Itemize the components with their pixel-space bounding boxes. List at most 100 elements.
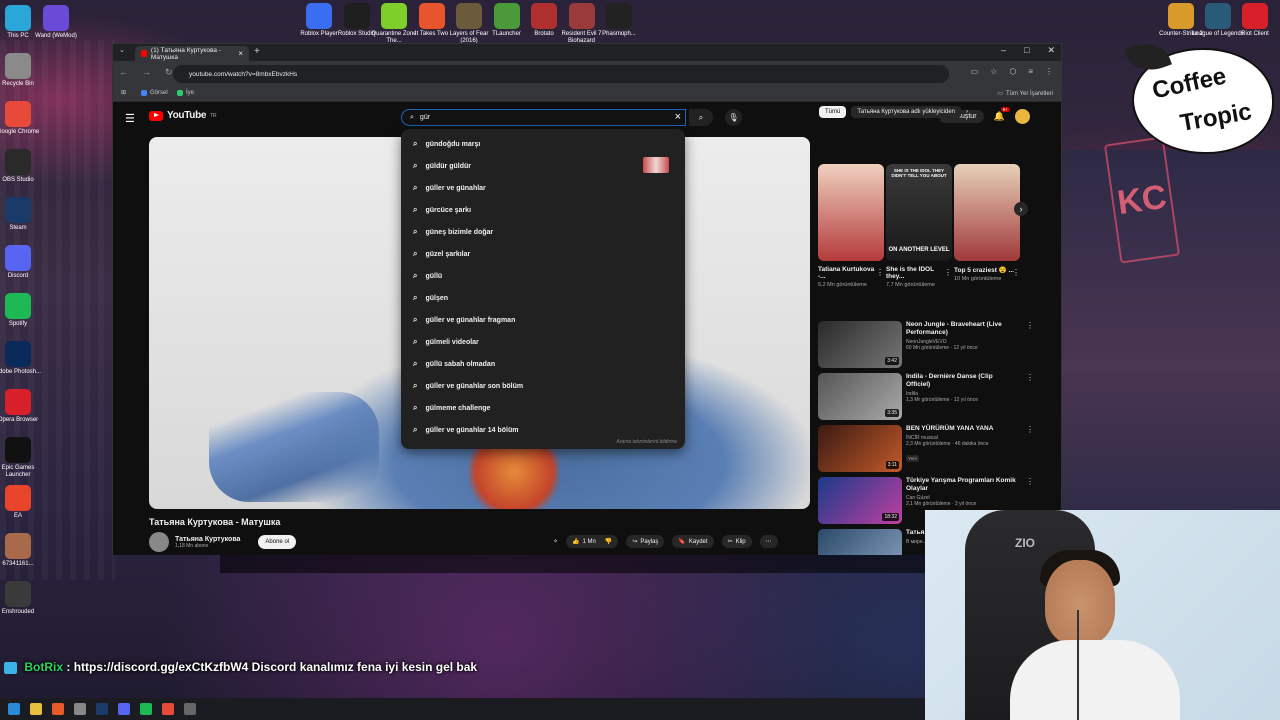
desktop-icon[interactable]: Opera Browser	[0, 389, 45, 424]
desktop-icon[interactable]: OBS Studio	[0, 149, 45, 184]
firefox-icon[interactable]	[52, 703, 64, 715]
short-title[interactable]: Tatiana Kurtukova -... 5,2 Mn görüntüleme	[818, 266, 882, 288]
voice-search-button[interactable]: 🎙	[725, 109, 742, 126]
suggestion-item[interactable]: ⌕ güllü	[401, 265, 685, 287]
maximize-icon[interactable]: □	[1024, 45, 1029, 56]
sparkle-icon[interactable]: ✧	[553, 538, 558, 545]
hamburger-menu-icon[interactable]: ☰	[125, 112, 135, 125]
recommendation-thumbnail: 3:35	[818, 373, 902, 420]
search-input[interactable]: ⌕ gür ×	[401, 109, 686, 126]
file-explorer-icon[interactable]	[30, 703, 42, 715]
clear-search-icon[interactable]: ×	[675, 111, 681, 123]
menu-kebab-icon[interactable]: ⋮	[1045, 67, 1053, 76]
share-button[interactable]: ↪ Paylaş	[626, 535, 665, 548]
desktop-icon[interactable]: Wand (WeMod)	[29, 5, 83, 40]
desktop-icon[interactable]: Epic Games Launcher	[0, 437, 45, 478]
reload-icon[interactable]: ↻	[165, 67, 173, 78]
suggestion-text: güller ve günahlar 14 bölüm	[425, 426, 519, 434]
more-icon[interactable]: ⋮	[1012, 268, 1020, 277]
desktop-icon[interactable]: Spotify	[0, 293, 45, 328]
start-icon[interactable]	[8, 703, 20, 715]
spotify-icon[interactable]	[140, 703, 152, 715]
more-icon[interactable]: ⋮	[876, 268, 884, 277]
desktop-icon[interactable]: Adobe Photosh...	[0, 341, 45, 376]
desktop-icon[interactable]: Discord	[0, 245, 45, 280]
suggestion-item[interactable]: ⌕ güller ve günahlar fragman	[401, 309, 685, 331]
youtube-logo[interactable]: YouTube TR	[149, 110, 217, 121]
tab-close-icon[interactable]: ×	[238, 49, 243, 58]
more-icon[interactable]: ⋮	[1026, 373, 1034, 382]
forward-icon[interactable]: →	[142, 67, 151, 78]
more-icon[interactable]: ⋮	[944, 268, 952, 277]
desktop-icon[interactable]: Google Chrome	[0, 101, 45, 136]
suggestion-item[interactable]: ⌕ güller ve günahlar 14 bölüm	[401, 419, 685, 441]
profile-icon[interactable]: ≡	[1028, 67, 1033, 76]
suggestion-item[interactable]: ⌕ güller ve günahlar	[401, 177, 685, 199]
chip-all[interactable]: Tümü	[819, 106, 847, 118]
chrome-icon[interactable]	[162, 703, 174, 715]
obs-icon[interactable]	[184, 703, 196, 715]
desktop-icon[interactable]: EA	[0, 485, 45, 520]
short-thumbnail[interactable]	[954, 164, 1020, 261]
short-thumbnail[interactable]	[818, 164, 884, 261]
discord-icon[interactable]	[118, 703, 130, 715]
suggestion-item[interactable]: ⌕ gürcüce şarkı	[401, 199, 685, 221]
recommendation-item[interactable]: 3:11 BEN YÜRÜRÜM YANA YANA İNCİR musical 2,…	[818, 425, 1034, 473]
star-icon[interactable]: ☆	[990, 67, 997, 76]
channel-name[interactable]: Татьяна Куртукова	[175, 536, 240, 543]
like-button[interactable]: 👍 1 Mn 👎	[566, 535, 619, 548]
minimize-icon[interactable]: –	[1001, 45, 1006, 56]
cast-icon[interactable]: ▭	[971, 67, 979, 76]
suggestion-item[interactable]: ⌕ güneş bizimle doğar	[401, 221, 685, 243]
more-actions-button[interactable]: ⋯	[759, 535, 778, 548]
taskbar-app-icon[interactable]	[74, 703, 86, 715]
suggestion-item[interactable]: ⌕ gülmeme challenge	[401, 397, 685, 419]
bookmark-gorsel[interactable]: Görsel	[141, 90, 168, 96]
recommendation-item[interactable]: 3:35 Indila - Dernière Danse (Clip Offici…	[818, 373, 1034, 421]
subscribe-button[interactable]: Abone ol	[258, 535, 297, 549]
shorts-next-icon[interactable]: ›	[1014, 202, 1028, 216]
tab-list-chevron-icon[interactable]: ⌄	[119, 46, 125, 54]
short-title[interactable]: Top 5 craziest 😵 ... 10 Mn görüntüleme	[954, 266, 1018, 282]
save-button[interactable]: 🔖 Kaydet	[672, 535, 714, 548]
bookmark-iye[interactable]: İye	[177, 90, 194, 96]
desktop-icon[interactable]: Riot Client	[1228, 3, 1280, 38]
back-icon[interactable]: ←	[119, 67, 128, 78]
desktop-icon[interactable]: Phasmoph...	[592, 3, 646, 38]
avatar[interactable]	[1014, 109, 1030, 124]
desktop-icon[interactable]: 67341161...	[0, 533, 45, 568]
extensions-icon[interactable]: ⬡	[1009, 67, 1016, 76]
clip-button[interactable]: ✂ Klip	[721, 535, 752, 548]
steam-icon[interactable]	[96, 703, 108, 715]
url-field[interactable]: youtube.com/watch?v=8mbxEbvzkHs	[173, 65, 949, 83]
desktop-icon[interactable]: Steam	[0, 197, 45, 232]
recommendation-item[interactable]: 3:42 Neon Jungle - Braveheart (Live Perfo…	[818, 321, 1034, 369]
chip-uploader[interactable]: Татьяна Куртукова adlı yükleyiciden	[851, 106, 962, 118]
close-window-icon[interactable]: ✕	[1047, 45, 1055, 56]
notifications-button[interactable]: 🔔 9+	[994, 107, 1010, 122]
suggestion-item[interactable]: ⌕ gülmeli videolar	[401, 331, 685, 353]
new-tab-button[interactable]: +	[254, 46, 260, 57]
suggestion-item[interactable]: ⌕ gülşen	[401, 287, 685, 309]
more-icon[interactable]: ⋮	[1026, 321, 1034, 330]
chevron-right-icon[interactable]: ›	[966, 109, 968, 115]
apps-grid-icon[interactable]: ⊞	[121, 89, 126, 96]
short-thumbnail[interactable]: SHE IS THE IDOL THEY DIDN'T TELL YOU ABO…	[886, 164, 952, 261]
desktop-icon[interactable]: Enshrouded	[0, 581, 45, 616]
suggestion-item[interactable]: ⌕ gündoğdu marşı	[401, 133, 685, 155]
suggestion-item[interactable]: ⌕ güller ve günahlar son bölüm	[401, 375, 685, 397]
search-button[interactable]: ⌕	[689, 109, 713, 126]
more-icon[interactable]: ⋮	[1026, 477, 1034, 486]
suggestion-item[interactable]: ⌕ güzel şarkılar	[401, 243, 685, 265]
suggestion-item[interactable]: ⌕ güllü sabah olmadan	[401, 353, 685, 375]
thumbs-down-icon[interactable]: 👎	[605, 538, 612, 545]
report-suggestions-link[interactable]: Arama tahminlerini bildirme	[616, 439, 677, 445]
suggestion-item[interactable]: ⌕ güldür güldür	[401, 155, 685, 177]
short-title[interactable]: She is the IDOL they... 7,7 Mn görüntülem…	[886, 266, 950, 288]
recommendation-thumbnail	[818, 529, 902, 555]
all-bookmarks[interactable]: ▭ Tüm Yer İşaretleri	[997, 90, 1053, 98]
browser-tab[interactable]: (1) Татьяна Куртукова - Матушка ×	[135, 46, 249, 61]
desktop-icon[interactable]: Recycle Bin	[0, 53, 45, 88]
more-icon[interactable]: ⋮	[1026, 425, 1034, 434]
channel-avatar[interactable]	[149, 532, 169, 552]
